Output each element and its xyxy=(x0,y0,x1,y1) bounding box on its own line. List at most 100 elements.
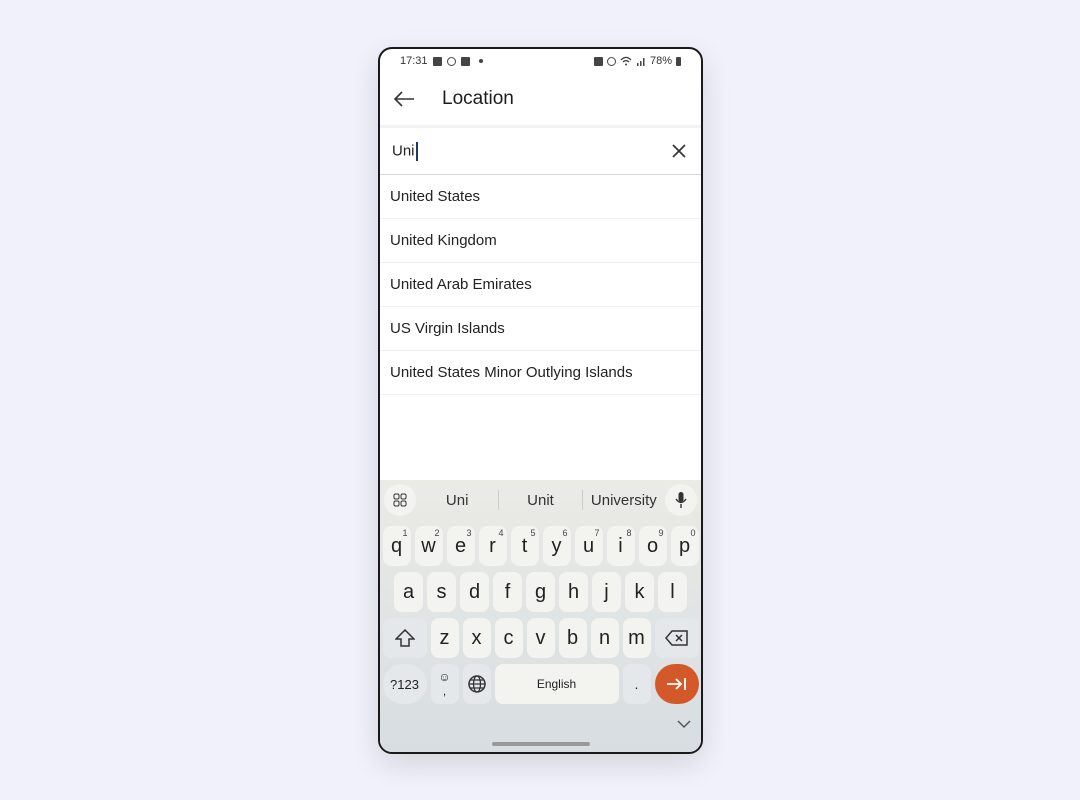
wifi-icon xyxy=(620,56,632,66)
suggestion[interactable]: Uni xyxy=(416,492,498,509)
signal-icon xyxy=(636,58,645,66)
key-label: i xyxy=(618,534,623,557)
search-input-value: Uni xyxy=(392,141,415,159)
key-c[interactable]: c xyxy=(494,618,523,658)
result-item[interactable]: United Kingdom xyxy=(380,219,701,263)
results-list: United States United Kingdom United Arab… xyxy=(380,175,701,395)
key-hint: 3 xyxy=(466,528,472,538)
key-hint: 5 xyxy=(530,528,536,538)
result-item[interactable]: United States xyxy=(380,175,701,219)
lock-icon xyxy=(593,56,603,66)
result-item[interactable]: United States Minor Outlying Islands xyxy=(380,351,701,395)
back-button[interactable] xyxy=(380,77,428,121)
key-label: r xyxy=(489,534,496,557)
key-e[interactable]: e3 xyxy=(446,526,475,566)
key-m[interactable]: m xyxy=(622,618,651,658)
key-row-4: ?123 ☺ , English . xyxy=(380,664,701,704)
timer-icon xyxy=(446,56,456,66)
key-u[interactable]: u7 xyxy=(574,526,603,566)
next-arrow-icon xyxy=(666,678,686,690)
grid-icon xyxy=(393,493,407,507)
key-d[interactable]: d xyxy=(460,572,489,612)
key-q[interactable]: q1 xyxy=(382,526,411,566)
enter-key[interactable] xyxy=(654,664,699,704)
battery-percent: 78% xyxy=(649,55,672,67)
key-i[interactable]: i8 xyxy=(606,526,635,566)
comma-emoji-key[interactable]: ☺ , xyxy=(430,664,459,704)
key-label: y xyxy=(551,534,562,557)
status-bar: 17:31 78% xyxy=(380,49,701,73)
key-label: p xyxy=(678,534,691,557)
clear-search-button[interactable] xyxy=(657,129,701,173)
chevron-down-icon xyxy=(677,720,691,729)
app-bar: Location xyxy=(380,77,701,121)
hide-keyboard-button[interactable] xyxy=(677,716,691,734)
key-w[interactable]: w2 xyxy=(414,526,443,566)
search-bar: Uni xyxy=(380,125,701,175)
key-label: u xyxy=(582,534,595,557)
suggestion[interactable]: Unit xyxy=(499,492,581,509)
key-x[interactable]: x xyxy=(462,618,491,658)
microphone-icon xyxy=(675,492,687,508)
key-g[interactable]: g xyxy=(526,572,555,612)
key-hint: 9 xyxy=(658,528,664,538)
emoji-icon: ☺ xyxy=(438,670,451,684)
key-label: o xyxy=(646,534,659,557)
key-j[interactable]: j xyxy=(592,572,621,612)
key-a[interactable]: a xyxy=(394,572,423,612)
status-time: 17:31 xyxy=(400,55,428,67)
key-hint: 6 xyxy=(562,528,568,538)
voice-input-button[interactable] xyxy=(664,484,697,516)
suggestion-strip: Uni Unit University xyxy=(380,480,701,520)
close-icon xyxy=(672,144,686,158)
period-key[interactable]: . xyxy=(622,664,651,704)
key-hint: 1 xyxy=(402,528,408,538)
key-k[interactable]: k xyxy=(625,572,654,612)
phone-frame: 17:31 78% Location Uni United States Uni… xyxy=(378,47,703,754)
symbols-key[interactable]: ?123 xyxy=(382,664,427,704)
key-row-1: q1w2e3r4t5y6u7i8o9p0 xyxy=(380,526,701,566)
backspace-key[interactable] xyxy=(654,618,699,658)
key-p[interactable]: p0 xyxy=(670,526,699,566)
shift-key[interactable] xyxy=(382,618,427,658)
backspace-icon xyxy=(664,630,688,646)
key-r[interactable]: r4 xyxy=(478,526,507,566)
shift-icon xyxy=(394,629,415,647)
space-key[interactable]: English xyxy=(494,664,619,704)
key-b[interactable]: b xyxy=(558,618,587,658)
key-o[interactable]: o9 xyxy=(638,526,667,566)
key-n[interactable]: n xyxy=(590,618,619,658)
key-v[interactable]: v xyxy=(526,618,555,658)
search-input[interactable]: Uni xyxy=(392,141,657,161)
alarm-icon xyxy=(606,56,616,66)
key-label: q xyxy=(390,534,403,557)
gallery-icon xyxy=(432,56,442,66)
more-notifications-icon xyxy=(478,59,483,63)
navigation-area xyxy=(380,706,701,752)
key-row-2: asdfghjkl xyxy=(380,572,701,612)
key-y[interactable]: y6 xyxy=(542,526,571,566)
key-label: t xyxy=(521,534,528,557)
result-item[interactable]: United Arab Emirates xyxy=(380,263,701,307)
key-h[interactable]: h xyxy=(559,572,588,612)
suggestion[interactable]: University xyxy=(583,492,665,509)
result-item[interactable]: US Virgin Islands xyxy=(380,307,701,351)
key-s[interactable]: s xyxy=(427,572,456,612)
key-t[interactable]: t5 xyxy=(510,526,539,566)
key-z[interactable]: z xyxy=(430,618,459,658)
home-indicator[interactable] xyxy=(491,742,590,746)
linkedin-icon xyxy=(460,56,470,66)
text-cursor xyxy=(415,141,418,161)
key-l[interactable]: l xyxy=(658,572,687,612)
key-hint: 4 xyxy=(498,528,504,538)
keyboard: Uni Unit University q1w2e3r4t5y6u7i8o9p0… xyxy=(380,480,701,752)
key-f[interactable]: f xyxy=(493,572,522,612)
key-hint: 2 xyxy=(434,528,440,538)
language-key[interactable] xyxy=(462,664,491,704)
key-hint: 0 xyxy=(690,528,696,538)
keyboard-menu-button[interactable] xyxy=(384,484,416,516)
key-hint: 7 xyxy=(594,528,600,538)
key-hint: 8 xyxy=(626,528,632,538)
comma-label: , xyxy=(442,684,447,698)
key-label: e xyxy=(454,534,467,557)
